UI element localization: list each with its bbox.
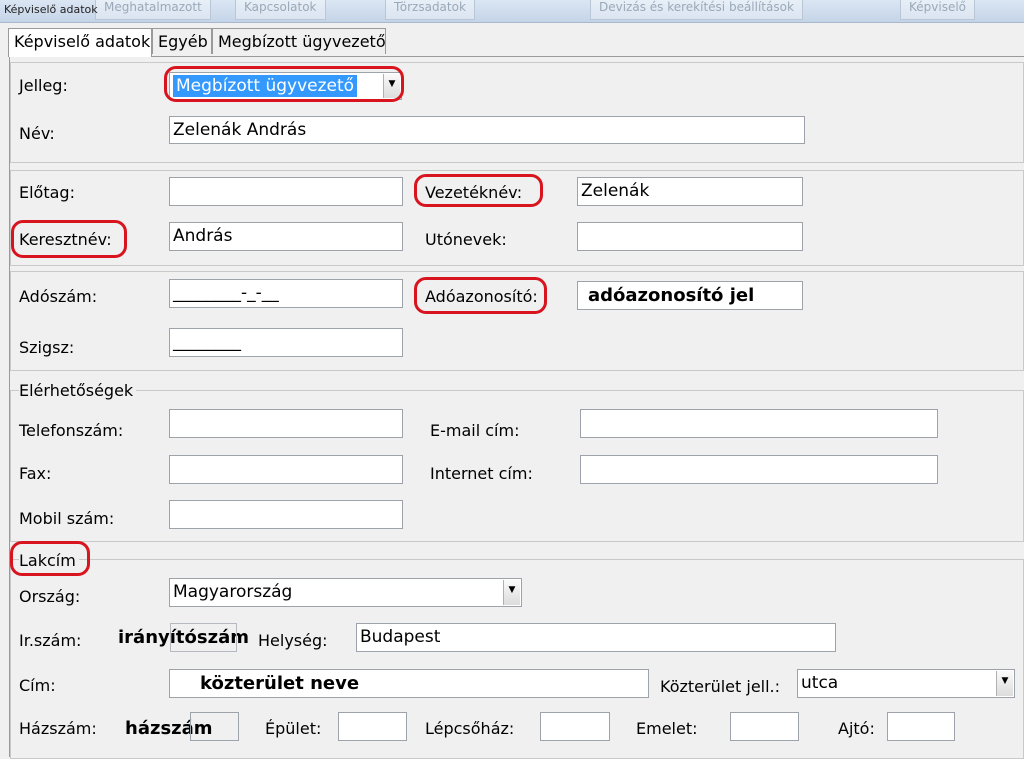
orszag-value: Magyarország bbox=[173, 582, 293, 602]
highlight-lakcim bbox=[10, 541, 90, 576]
helyseg-field[interactable]: Budapest bbox=[356, 623, 836, 652]
vezeteknev-field[interactable]: Zelenák bbox=[577, 177, 803, 206]
contacts-section-title: Elérhetőségek bbox=[19, 381, 137, 400]
hazszam-label: Házszám: bbox=[19, 719, 97, 738]
nev-field[interactable]: Zelenák András bbox=[169, 116, 805, 144]
fax-field[interactable] bbox=[169, 455, 403, 484]
ajto-label: Ajtó: bbox=[838, 719, 875, 738]
kozterulet-jell-label: Közterület jell.: bbox=[660, 677, 781, 696]
group-general bbox=[10, 62, 1024, 163]
background-tab-4: Devizás és kerekítési beállítások bbox=[590, 0, 803, 20]
background-tab-2: Kapcsolatok bbox=[235, 0, 326, 20]
mobil-label: Mobil szám: bbox=[19, 509, 115, 528]
highlight-vezeteknev bbox=[414, 174, 543, 207]
background-tab-1: Meghatalmazott bbox=[95, 0, 211, 20]
adoszam-field[interactable]: ________-_-__ bbox=[169, 279, 403, 308]
emelet-field[interactable] bbox=[730, 712, 799, 741]
elotag-field[interactable] bbox=[169, 177, 403, 206]
window-title: Képviselő adatok bbox=[4, 3, 98, 16]
kozterulet-jell-value: utca bbox=[801, 673, 839, 693]
internet-label: Internet cím: bbox=[430, 464, 533, 483]
adoazonosito-field[interactable]: adóazonosító jel bbox=[577, 281, 803, 310]
nev-label: Név: bbox=[19, 124, 55, 143]
chevron-down-icon[interactable]: ▼ bbox=[996, 671, 1013, 696]
tab-kepviselo-adatok[interactable]: Képviselő adatok bbox=[8, 28, 152, 57]
helyseg-label: Helység: bbox=[258, 631, 328, 650]
chevron-down-icon[interactable]: ▼ bbox=[503, 580, 520, 605]
utonevek-label: Utónevek: bbox=[425, 230, 507, 249]
orszag-label: Ország: bbox=[19, 587, 81, 606]
email-field[interactable] bbox=[580, 409, 938, 438]
irszam-field[interactable] bbox=[170, 623, 237, 652]
kozterulet-jell-select[interactable]: utca ▼ bbox=[797, 669, 1015, 698]
background-tab-5: Képviselő bbox=[900, 0, 976, 20]
adoszam-label: Adószám: bbox=[19, 287, 98, 306]
epulet-label: Épület: bbox=[265, 719, 322, 738]
cim-field[interactable]: közterület neve bbox=[169, 669, 649, 698]
epulet-field[interactable] bbox=[338, 712, 407, 741]
highlight-adoazonosito bbox=[414, 277, 547, 314]
highlight-keresztnev bbox=[11, 220, 127, 258]
lepcsohaz-field[interactable] bbox=[540, 712, 610, 741]
orszag-select[interactable]: Magyarország ▼ bbox=[169, 578, 522, 607]
email-label: E-mail cím: bbox=[430, 421, 520, 440]
internet-field[interactable] bbox=[580, 455, 938, 484]
szigsz-field[interactable]: ________ bbox=[169, 328, 403, 357]
hazszam-field[interactable] bbox=[190, 712, 239, 741]
mobil-field[interactable] bbox=[169, 500, 403, 529]
keresztnev-field[interactable]: András bbox=[169, 222, 403, 251]
cim-label: Cím: bbox=[19, 676, 56, 695]
tab-megbizott-ugyvezeto[interactable]: Megbízott ügyvezető bbox=[212, 28, 386, 54]
telefon-label: Telefonszám: bbox=[19, 421, 124, 440]
ajto-field[interactable] bbox=[887, 712, 955, 741]
title-bar: Meghatalmazott Kapcsolatok Törzsadatok D… bbox=[0, 0, 1024, 23]
tab-egyeb[interactable]: Egyéb bbox=[152, 28, 212, 54]
utonevek-field[interactable] bbox=[577, 222, 803, 251]
lepcsohaz-label: Lépcsőház: bbox=[425, 719, 515, 738]
telefon-field[interactable] bbox=[169, 409, 403, 438]
fax-label: Fax: bbox=[19, 464, 52, 483]
szigsz-label: Szigsz: bbox=[19, 338, 75, 357]
highlight-jelleg bbox=[164, 66, 404, 102]
elotag-label: Előtag: bbox=[19, 183, 75, 202]
emelet-label: Emelet: bbox=[636, 719, 698, 738]
background-tab-3: Törzsadatok bbox=[385, 0, 475, 20]
jelleg-label: Jelleg: bbox=[19, 76, 68, 95]
irszam-label: Ir.szám: bbox=[19, 631, 82, 650]
